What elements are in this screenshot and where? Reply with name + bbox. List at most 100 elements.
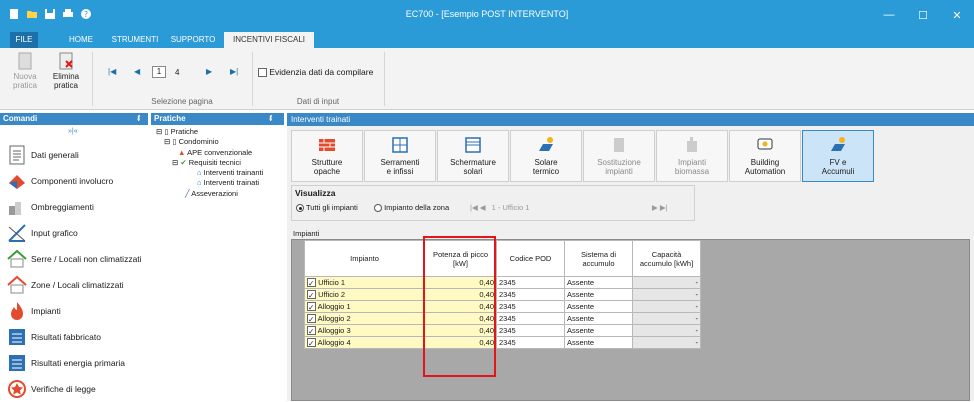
cmd-label: Ombreggiamenti (31, 202, 94, 212)
tb-sostituzione-impianti[interactable]: Sostituzione impianti (583, 130, 655, 182)
collapse-icon[interactable]: »|« (68, 128, 78, 135)
table-row: ✓ Alloggio 1 0,40 2345 Assente - (304, 300, 701, 313)
tb-label: solari (463, 167, 483, 176)
cmd-input-grafico[interactable]: Input grafico (0, 220, 148, 246)
radio-all-button[interactable] (296, 204, 304, 213)
tree-node-asseverazioni[interactable]: ╱ Asseverazioni (185, 189, 238, 198)
row-name-cell[interactable]: ✓ Ufficio 1 (304, 276, 425, 289)
pin-icon[interactable]: ᵮ (269, 113, 272, 125)
zone-selector[interactable]: |◀ ◀ 1 - Ufficio 1 (470, 203, 529, 212)
last-page-icon[interactable]: ▶| (230, 67, 238, 76)
window-icon (392, 137, 408, 153)
table-row: ✓ Alloggio 2 0,40 2345 Assente - (304, 312, 701, 325)
minimize-button[interactable]: — (872, 0, 906, 30)
ribbon: Nuova pratica Elimina pratica |◀ ◀ 1 4 ▶… (0, 48, 974, 110)
cmd-dati-generali[interactable]: Dati generali (0, 142, 148, 168)
cmd-risultati-fabbricato[interactable]: Risultati fabbricato (0, 324, 148, 350)
tb-strutture-opache[interactable]: Strutture opache (291, 130, 363, 182)
prev-page-icon[interactable]: ◀ (134, 67, 140, 76)
tree-node-ape[interactable]: ▲ APE convenzionale (178, 148, 252, 157)
highlight-toggle[interactable]: Evidenzia dati da compilare (258, 67, 373, 78)
row-checkbox[interactable]: ✓ (307, 338, 316, 348)
accumulo-cell[interactable]: Assente (564, 300, 633, 313)
tree-label: Condominio (178, 137, 219, 146)
maximize-button[interactable]: ☐ (906, 0, 940, 30)
radio-zone-button[interactable] (374, 204, 382, 213)
tb-label: Automation (744, 167, 786, 176)
check-icon: ✔ (180, 158, 187, 167)
capacita-cell: - (632, 300, 701, 313)
pin-icon[interactable]: ᵮ (137, 113, 140, 125)
pod-cell[interactable]: 2345 (496, 300, 565, 313)
cmd-label: Verifiche di legge (31, 384, 96, 394)
cmd-impianti[interactable]: Impianti (0, 298, 148, 324)
pod-cell[interactable]: 2345 (496, 276, 565, 289)
tab-supporto[interactable]: SUPPORTO (166, 32, 220, 48)
next-zone-icon[interactable]: ▶ ▶| (652, 203, 668, 212)
radio-zone[interactable]: Impianto della zona (374, 203, 449, 213)
tb-serramenti[interactable]: Serramenti e infissi (364, 130, 436, 182)
house-icon: ⌂ (197, 168, 202, 177)
ape-icon: ▲ (178, 148, 186, 157)
new-pratica-label-2: pratica (12, 81, 37, 90)
row-checkbox[interactable]: ✓ (307, 314, 316, 324)
tb-building-automation[interactable]: Building Automation (729, 130, 801, 182)
row-name-cell[interactable]: ✓ Ufficio 2 (304, 288, 425, 301)
radio-all[interactable]: Tutti gli impianti (296, 203, 358, 213)
first-zone-icon[interactable]: |◀ ◀ (470, 203, 486, 212)
solar-panel-icon (539, 137, 553, 151)
row-name-cell[interactable]: ✓ Alloggio 4 (304, 336, 425, 349)
accumulo-cell[interactable]: Assente (564, 312, 633, 325)
pod-cell[interactable]: 2345 (496, 324, 565, 337)
cmd-zone[interactable]: Zone / Locali climatizzati (0, 272, 148, 298)
tree-node-pratiche[interactable]: ⊟ ▯ Pratiche (156, 127, 198, 136)
main-title: Interventi trainati (287, 113, 974, 126)
tb-solare-termico[interactable]: Solare termico (510, 130, 582, 182)
close-button[interactable]: ✕ (940, 0, 974, 30)
first-page-icon[interactable]: |◀ (108, 67, 116, 76)
pod-cell[interactable]: 2345 (496, 336, 565, 349)
next-page-icon[interactable]: ▶ (206, 67, 212, 76)
accumulo-cell[interactable]: Assente (564, 288, 633, 301)
accumulo-cell[interactable]: Assente (564, 324, 633, 337)
row-checkbox[interactable]: ✓ (307, 302, 316, 312)
tree-node-requisiti[interactable]: ⊟ ✔ Requisiti tecnici (172, 158, 241, 167)
tb-impianti-biomassa[interactable]: Impianti biomassa (656, 130, 728, 182)
ribbon-separator (384, 52, 385, 106)
tab-incentivi-fiscali[interactable]: INCENTIVI FISCALI (224, 32, 314, 48)
tb-fv-accumuli[interactable]: FV e Accumuli (802, 130, 874, 182)
cmd-verifiche[interactable]: Verifiche di legge (0, 376, 148, 402)
photovoltaic-icon (831, 137, 845, 151)
row-checkbox[interactable]: ✓ (307, 290, 316, 300)
tree-node-trainanti[interactable]: ⌂ Interventi trainanti (197, 168, 263, 177)
cmd-serre[interactable]: Serre / Locali non climatizzati (0, 246, 148, 272)
row-name-cell[interactable]: ✓ Alloggio 2 (304, 312, 425, 325)
capacita-cell: - (632, 336, 701, 349)
accumulo-cell[interactable]: Assente (564, 336, 633, 349)
row-name-cell[interactable]: ✓ Alloggio 1 (304, 300, 425, 313)
delete-pratica-button[interactable]: Elimina pratica (46, 52, 86, 90)
tb-label: FV e (829, 158, 847, 167)
accumulo-cell[interactable]: Assente (564, 276, 633, 289)
page-number-input[interactable]: 1 (152, 66, 166, 78)
row-checkbox[interactable]: ✓ (307, 278, 316, 288)
tree-label: Interventi trainanti (203, 168, 264, 177)
table-row: ✓ Ufficio 1 0,40 2345 Assente - (304, 276, 701, 289)
tree-node-condominio[interactable]: ⊟ ▯ Condominio (164, 137, 219, 146)
cmd-componenti-involucro[interactable]: Componenti involucro (0, 168, 148, 194)
cmd-ombreggiamenti[interactable]: Ombreggiamenti (0, 194, 148, 220)
cmd-risultati-energia[interactable]: Risultati energia primaria (0, 350, 148, 376)
tree-node-trainati[interactable]: ⌂ Interventi trainati (197, 178, 259, 187)
tb-schermature[interactable]: Schermature solari (437, 130, 509, 182)
tab-home[interactable]: HOME (56, 32, 106, 48)
tab-strumenti[interactable]: STRUMENTI (107, 32, 163, 48)
row-checkbox[interactable]: ✓ (307, 326, 316, 336)
new-pratica-button[interactable]: Nuova pratica (8, 52, 42, 90)
pod-cell[interactable]: 2345 (496, 312, 565, 325)
row-name-cell[interactable]: ✓ Alloggio 3 (304, 324, 425, 337)
tab-file[interactable]: FILE (10, 32, 38, 48)
highlight-checkbox[interactable] (258, 68, 267, 78)
highlight-callout-box (423, 236, 496, 377)
tb-label: termico (532, 167, 560, 176)
pod-cell[interactable]: 2345 (496, 288, 565, 301)
